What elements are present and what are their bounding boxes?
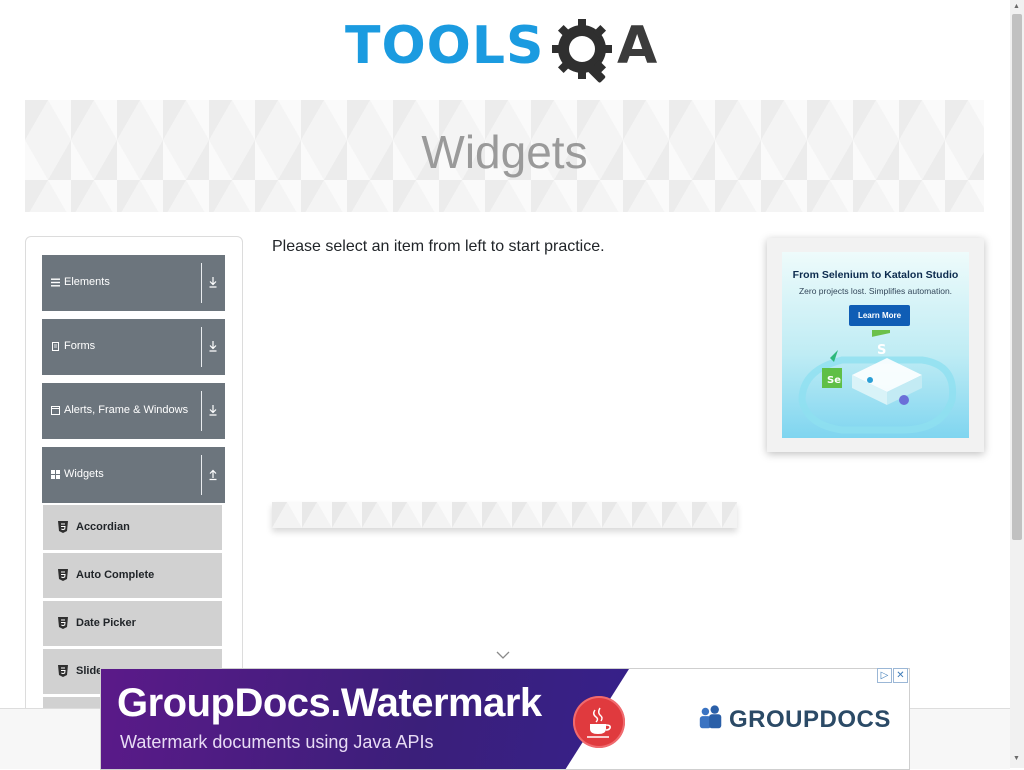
- katalon-ad-creative[interactable]: From Selenium to Katalon Studio Zero pro…: [782, 252, 969, 438]
- sidebar-group-label: Forms: [64, 340, 96, 352]
- ad-title: GroupDocs.Watermark: [117, 681, 542, 725]
- sidebar-item-accordian[interactable]: Accordian: [43, 505, 222, 551]
- logo-a-text: A: [617, 16, 658, 76]
- divider: [201, 455, 202, 495]
- sidebar-group-elements[interactable]: Elements: [42, 255, 225, 311]
- katalon-ad[interactable]: From Selenium to Katalon Studio Zero pro…: [767, 238, 984, 452]
- learn-more-button[interactable]: Learn More: [849, 305, 910, 326]
- sidebar-item-label: Date Picker: [76, 617, 136, 629]
- ad-controls: ▷ ✕: [877, 668, 908, 683]
- instruction-text: Please select an item from left to start…: [272, 238, 605, 255]
- left-sidebar: Elements Forms Alerts, Frame & Windows W…: [25, 236, 243, 738]
- upload-arrow-icon: [209, 469, 217, 481]
- window-icon: [51, 406, 60, 415]
- hamburger-icon: [51, 278, 60, 287]
- download-arrow-icon: [209, 405, 217, 416]
- sidebar-group-alerts-frame-windows[interactable]: Alerts, Frame & Windows: [42, 383, 225, 439]
- scroll-up-arrow-icon[interactable]: ▲: [1013, 3, 1020, 10]
- svg-text:Se: Se: [827, 375, 841, 386]
- page-title: Widgets: [421, 126, 588, 178]
- divider: [201, 263, 202, 303]
- svg-text:S: S: [877, 343, 886, 358]
- page-banner: Widgets: [25, 100, 984, 212]
- sidebar-group-widgets[interactable]: Widgets: [42, 447, 225, 503]
- html5-icon: [58, 569, 68, 581]
- sidebar-group-label: Elements: [64, 276, 110, 288]
- adchoices-icon[interactable]: ▷: [877, 668, 892, 683]
- download-arrow-icon: [209, 341, 217, 352]
- ad-subtitle: Watermark documents using Java APIs: [120, 732, 434, 752]
- sidebar-item-auto-complete[interactable]: Auto Complete: [43, 553, 222, 599]
- download-arrow-icon: [209, 277, 217, 288]
- scrollbar-thumb[interactable]: [1012, 14, 1022, 540]
- ad-placeholder-strip: [272, 502, 737, 528]
- html5-icon: [58, 521, 68, 533]
- html5-icon: [58, 617, 68, 629]
- logo-tools-text: TOOLS: [345, 16, 545, 76]
- divider: [201, 391, 202, 431]
- document-icon: [52, 342, 59, 351]
- gear-magnifier-icon: [552, 19, 612, 83]
- people-icon: [699, 705, 722, 729]
- brand-name: GROUPDOCS: [729, 706, 891, 733]
- scroll-down-arrow-icon[interactable]: ▼: [1013, 755, 1020, 762]
- sidebar-item-label: Accordian: [76, 521, 130, 533]
- sidebar-item-date-picker[interactable]: Date Picker: [43, 601, 222, 647]
- divider: [201, 327, 202, 367]
- chevron-down-icon[interactable]: [495, 648, 511, 662]
- ad-subtitle: Zero projects lost. Simplifies automatio…: [798, 286, 953, 296]
- ad-title: From Selenium to Katalon Studio: [792, 269, 959, 281]
- sidebar-group-label: Widgets: [64, 468, 104, 480]
- html5-icon: [58, 665, 68, 677]
- isometric-illustration-icon: S Se: [798, 330, 957, 434]
- vertical-scrollbar[interactable]: ▲ ▼: [1010, 0, 1024, 768]
- close-icon[interactable]: ✕: [893, 668, 908, 683]
- sidebar-group-forms[interactable]: Forms: [42, 319, 225, 375]
- grid-icon: [51, 470, 60, 479]
- sidebar-item-label: Auto Complete: [76, 569, 155, 581]
- toolsqa-logo[interactable]: TOOLS A: [345, 14, 670, 92]
- groupdocs-ad[interactable]: GroupDocs.Watermark Watermark documents …: [100, 668, 910, 770]
- groupdocs-logo: GROUPDOCS: [697, 704, 890, 734]
- sidebar-group-label: Alerts, Frame & Windows: [64, 404, 189, 416]
- java-cup-icon: [573, 696, 625, 748]
